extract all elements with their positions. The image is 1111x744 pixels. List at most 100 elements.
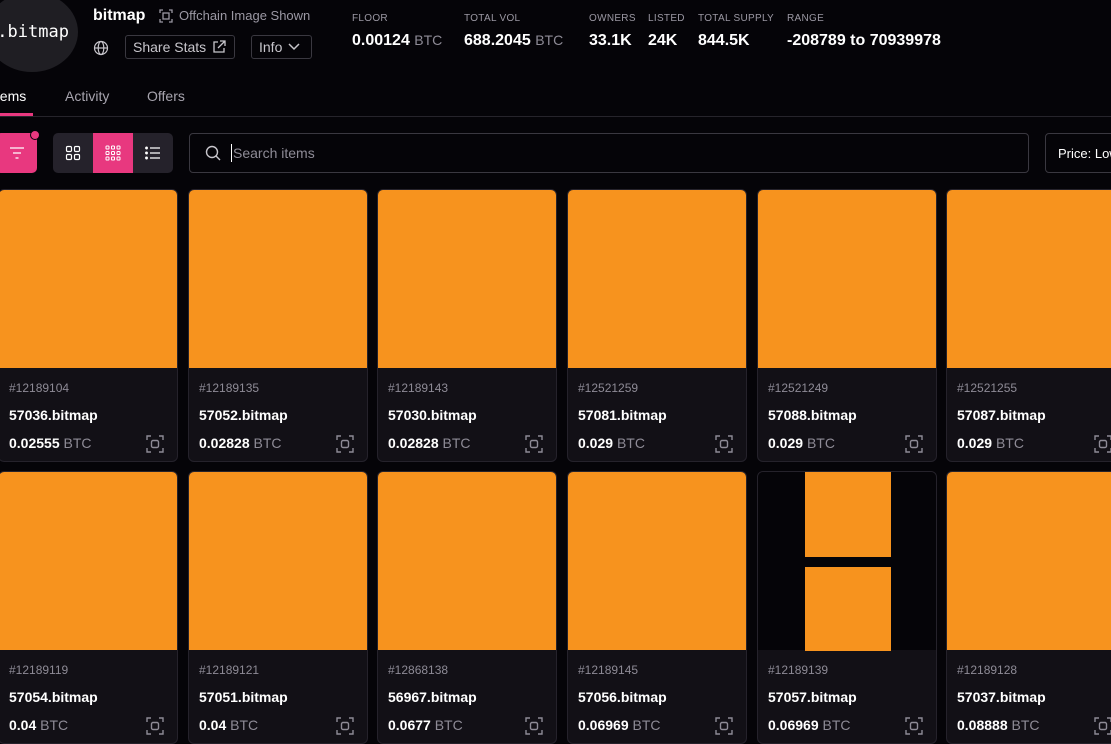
item-price: 0.04 BTC [9, 717, 68, 733]
item-preview-button[interactable] [525, 435, 543, 458]
stat-value: 844.5K [698, 32, 750, 49]
item-price-unit: BTC [434, 717, 463, 733]
offchain-toggle[interactable]: Offchain Image Shown [159, 8, 310, 23]
item-image [947, 472, 1111, 650]
tab-offers[interactable]: Offers [147, 88, 185, 104]
item-card[interactable]: #12521259 57081.bitmap 0.029 BTC [567, 189, 747, 462]
item-preview-button[interactable] [146, 435, 164, 458]
item-card[interactable]: #12189121 57051.bitmap 0.04 BTC [188, 471, 368, 744]
offchain-label: Offchain Image Shown [179, 8, 311, 23]
collection-logo-text: 0.bitmap [0, 22, 69, 42]
item-inscription-id: #12521255 [957, 381, 1018, 395]
item-name: 56967.bitmap [388, 689, 477, 705]
item-price: 0.029 BTC [768, 435, 835, 451]
item-image [378, 472, 556, 650]
item-inscription-id: #12868138 [388, 663, 449, 677]
item-image [378, 190, 556, 368]
item-preview-button[interactable] [336, 717, 354, 740]
stat-owners: OWNERS 33.1K [589, 13, 636, 50]
item-price: 0.02828 BTC [199, 435, 282, 451]
website-link[interactable] [93, 40, 109, 61]
item-preview-button[interactable] [1094, 717, 1111, 740]
expand-icon [159, 8, 173, 23]
item-card[interactable]: #12189128 57037.bitmap 0.08888 BTC [946, 471, 1111, 744]
large-grid-view-button[interactable] [53, 133, 93, 173]
info-label: Info [259, 39, 283, 55]
item-price-value: 0.029 [768, 435, 804, 451]
item-price-value: 0.02555 [9, 435, 60, 451]
item-inscription-id: #12521249 [768, 381, 829, 395]
expand-icon [1094, 435, 1111, 453]
item-image [568, 472, 746, 650]
search-bar [189, 133, 1029, 173]
item-card[interactable]: #12189145 57056.bitmap 0.06969 BTC [567, 471, 747, 744]
item-card[interactable]: #12189104 57036.bitmap 0.02555 BTC [0, 189, 178, 462]
item-name: 57056.bitmap [578, 689, 667, 705]
item-name: 57052.bitmap [199, 407, 288, 423]
item-image [947, 190, 1111, 368]
item-preview-button[interactable] [1094, 435, 1111, 458]
small-grid-view-button[interactable] [93, 133, 133, 173]
item-price-unit: BTC [442, 435, 471, 451]
stat-label: OWNERS [589, 13, 636, 24]
chevron-down-icon [288, 43, 300, 51]
stat-unit: BTC [535, 32, 564, 48]
item-card[interactable]: #12189139 57057.bitmap 0.06969 BTC [757, 471, 937, 744]
item-inscription-id: #12189121 [199, 663, 260, 677]
item-preview-button[interactable] [715, 435, 733, 458]
item-name: 57054.bitmap [9, 689, 98, 705]
item-price-unit: BTC [63, 435, 92, 451]
filter-active-dot [30, 130, 40, 140]
stat-value: 0.00124 [352, 32, 410, 49]
sort-dropdown[interactable]: Price: Low to High [1045, 133, 1111, 173]
item-card[interactable]: #12521249 57088.bitmap 0.029 BTC [757, 189, 937, 462]
filter-icon [9, 147, 24, 159]
tab-items[interactable]: Items [0, 88, 26, 104]
item-name: 57081.bitmap [578, 407, 667, 423]
item-price-value: 0.06969 [768, 717, 819, 733]
item-price-unit: BTC [616, 435, 645, 451]
item-name: 57051.bitmap [199, 689, 288, 705]
expand-icon [525, 717, 543, 735]
stat-label: RANGE [787, 13, 825, 24]
info-dropdown[interactable]: Info [251, 35, 312, 59]
item-preview-button[interactable] [336, 435, 354, 458]
active-tab-indicator [0, 113, 33, 116]
item-price-value: 0.04 [199, 717, 227, 733]
item-card[interactable]: #12521255 57087.bitmap 0.029 BTC [946, 189, 1111, 462]
expand-icon [146, 717, 164, 735]
item-price-unit: BTC [1011, 717, 1040, 733]
item-price-value: 0.029 [578, 435, 614, 451]
item-image [0, 472, 177, 650]
item-card[interactable]: #12189143 57030.bitmap 0.02828 BTC [377, 189, 557, 462]
grid-large-icon [65, 145, 81, 161]
item-card[interactable]: #12189119 57054.bitmap 0.04 BTC [0, 471, 178, 744]
item-card[interactable]: #12868138 56967.bitmap 0.0677 BTC [377, 471, 557, 744]
stat-label: TOTAL SUPPLY [698, 13, 775, 24]
list-view-button[interactable] [133, 133, 173, 173]
expand-icon [336, 435, 354, 453]
item-price-value: 0.06969 [578, 717, 629, 733]
item-price-unit: BTC [230, 717, 259, 733]
item-preview-button[interactable] [525, 717, 543, 740]
tab-activity[interactable]: Activity [65, 88, 109, 104]
item-price-unit: BTC [253, 435, 282, 451]
item-preview-button[interactable] [905, 717, 923, 740]
item-price-value: 0.04 [9, 717, 37, 733]
item-preview-button[interactable] [905, 435, 923, 458]
stat-label: TOTAL VOL [464, 13, 521, 24]
item-name: 57036.bitmap [9, 407, 98, 423]
share-stats-button[interactable]: Share Stats [125, 35, 235, 59]
globe-icon [93, 40, 109, 56]
collection-logo: 0.bitmap [0, 0, 78, 72]
item-preview-button[interactable] [146, 717, 164, 740]
item-preview-button[interactable] [715, 717, 733, 740]
expand-icon [336, 717, 354, 735]
item-inscription-id: #12189119 [9, 663, 69, 677]
item-price: 0.0677 BTC [388, 717, 463, 733]
item-price-unit: BTC [632, 717, 661, 733]
search-input[interactable] [231, 144, 1015, 162]
view-toggle [53, 133, 173, 173]
item-card[interactable]: #12189135 57052.bitmap 0.02828 BTC [188, 189, 368, 462]
item-image [0, 190, 177, 368]
